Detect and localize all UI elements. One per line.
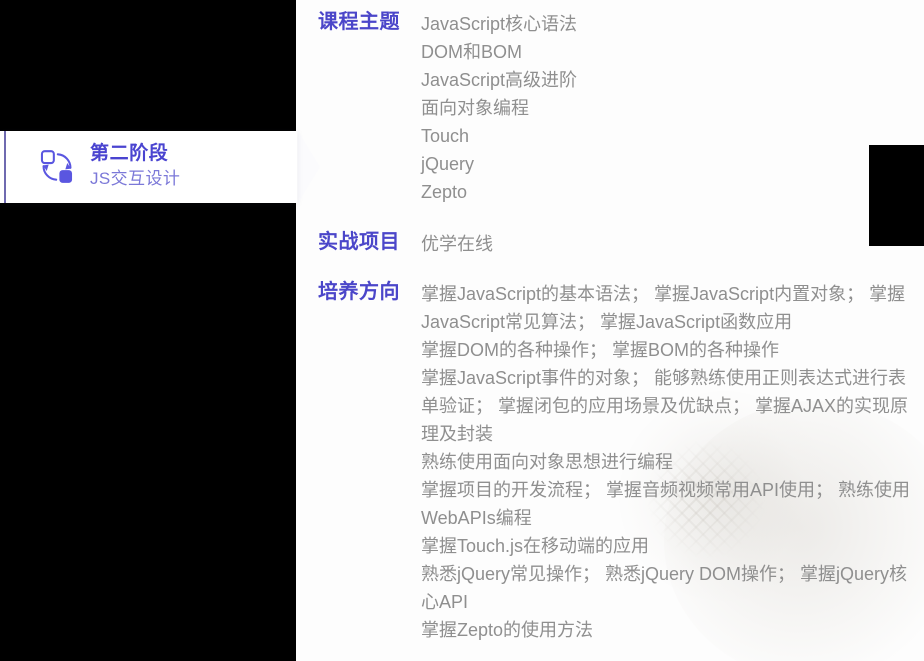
list-item: 优学在线 [421, 234, 493, 254]
list-item: 掌握项目的开发流程； 掌握音频视频常用API使用； 熟练使用WebAPIs编程 [421, 480, 911, 528]
interaction-exchange-icon [40, 150, 73, 183]
right-edge-black-block [869, 145, 924, 246]
section-body-course-topics: JavaScript核心语法 DOM和BOM JavaScript高级进阶 面向… [421, 10, 924, 206]
list-item: 掌握DOM的各种操作； 掌握BOM的各种操作 [421, 340, 779, 360]
section-label-training-direction: 培养方向 [318, 281, 400, 303]
list-item: JavaScript核心语法 [421, 14, 578, 34]
stage-card-phase-2[interactable]: 第二阶段 JS交互设计 [0, 131, 297, 203]
section-label-practice-project: 实战项目 [318, 231, 400, 253]
section-training-direction: 培养方向 掌握JavaScript的基本语法； 掌握JavaScript内置对象… [296, 280, 924, 644]
list-item: jQuery [421, 154, 475, 174]
list-item: 掌握Zepto的使用方法 [421, 620, 594, 640]
stage-card-text: 第二阶段 JS交互设计 [90, 142, 180, 192]
stage-subtitle: JS交互设计 [90, 169, 181, 188]
list-item: 熟练使用面向对象思想进行编程 [421, 452, 673, 472]
section-label-course-topics: 课程主题 [318, 11, 400, 33]
section-body-practice-project: 优学在线 [421, 230, 924, 258]
list-item: DOM和BOM [421, 42, 522, 62]
list-item: JavaScript高级进阶 [421, 70, 578, 90]
list-item: 面向对象编程 [421, 98, 529, 118]
list-item: 熟悉jQuery常见操作； 熟悉jQuery DOM操作； 掌握jQuery核心… [421, 564, 908, 612]
course-sections: 课程主题 JavaScript核心语法 DOM和BOM JavaScript高级… [296, 10, 924, 644]
list-item: Zepto [421, 182, 468, 202]
section-body-training-direction: 掌握JavaScript的基本语法； 掌握JavaScript内置对象； 掌握J… [421, 280, 924, 644]
course-detail-panel: 课程主题 JavaScript核心语法 DOM和BOM JavaScript高级… [296, 0, 924, 661]
list-item: 掌握JavaScript事件的对象； 能够熟练使用正则表达式进行表单验证； 掌握… [421, 368, 909, 444]
list-item: 掌握Touch.js在移动端的应用 [421, 536, 650, 556]
list-item: 掌握JavaScript的基本语法； 掌握JavaScript内置对象； 掌握J… [421, 284, 906, 332]
list-item: Touch [421, 126, 470, 146]
stage-title: 第二阶段 [90, 143, 169, 164]
stage-card-accent-bar [4, 131, 6, 203]
section-course-topics: 课程主题 JavaScript核心语法 DOM和BOM JavaScript高级… [296, 10, 924, 206]
stage-card-pointer [296, 131, 320, 203]
section-practice-project: 实战项目 优学在线 [296, 230, 924, 258]
